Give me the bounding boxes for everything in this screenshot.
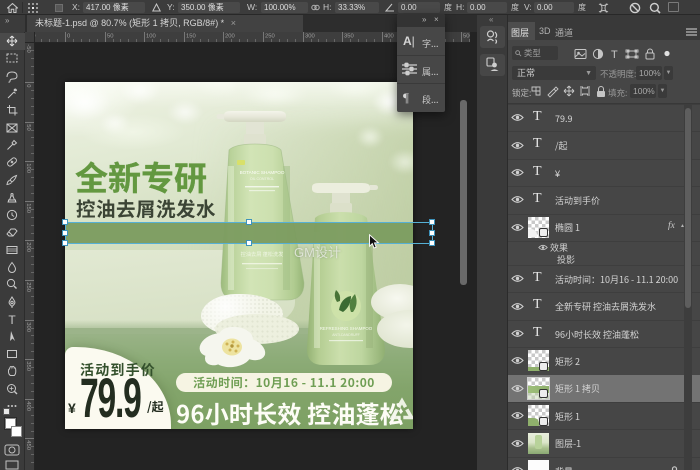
svg-text:ANTI-DANDRUFF: ANTI-DANDRUFF [332, 333, 360, 337]
svg-text:T: T [8, 313, 16, 327]
svg-text:控油去屑 蓬松洗发: 控油去屑 蓬松洗发 [241, 250, 284, 258]
svg-text:BOTANIC SHAMPOO: BOTANIC SHAMPOO [240, 170, 285, 175]
svg-text:T: T [611, 49, 618, 60]
svg-text:OIL CONTROL: OIL CONTROL [250, 177, 274, 181]
svg-text:REFRESHING SHAMPOO: REFRESHING SHAMPOO [320, 326, 373, 331]
